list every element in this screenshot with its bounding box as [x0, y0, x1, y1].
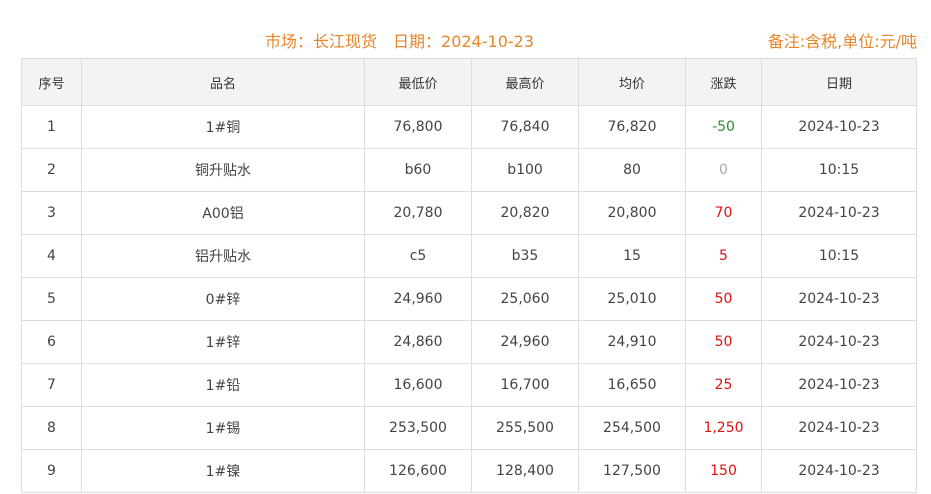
table-row: 6 1#锌 24,860 24,960 24,910 50 2024-10-23: [21, 320, 917, 364]
cell-name: 1#铅: [81, 363, 365, 407]
cell-no: 5: [21, 277, 82, 321]
cell-date: 2024-10-23: [761, 277, 917, 321]
col-header-avg: 均价: [578, 58, 686, 106]
cell-change: 50: [685, 320, 762, 364]
cell-avg: 80: [578, 148, 686, 192]
cell-no: 7: [21, 363, 82, 407]
col-header-low: 最低价: [364, 58, 472, 106]
cell-date: 2024-10-23: [761, 406, 917, 450]
cell-name: 1#锌: [81, 320, 365, 364]
cell-date: 2024-10-23: [761, 320, 917, 364]
cell-avg: 24,910: [578, 320, 686, 364]
table-row: 2 铜升贴水 b60 b100 80 0 10:15: [21, 148, 917, 192]
table-row: 5 0#锌 24,960 25,060 25,010 50 2024-10-23: [21, 277, 917, 321]
cell-date: 2024-10-23: [761, 191, 917, 235]
table-row: 4 铝升贴水 c5 b35 15 5 10:15: [21, 234, 917, 278]
cell-date: 2024-10-23: [761, 105, 917, 149]
cell-change: 1,250: [685, 406, 762, 450]
cell-low: 126,600: [364, 449, 472, 493]
cell-avg: 16,650: [578, 363, 686, 407]
col-header-date: 日期: [761, 58, 917, 106]
cell-no: 2: [21, 148, 82, 192]
cell-high: b35: [471, 234, 579, 278]
cell-low: 253,500: [364, 406, 472, 450]
market-and-date: 市场：长江现货 日期：2024-10-23: [265, 28, 534, 52]
cell-avg: 254,500: [578, 406, 686, 450]
cell-avg: 25,010: [578, 277, 686, 321]
cell-no: 9: [21, 449, 82, 493]
col-header-change: 涨跌: [685, 58, 762, 106]
cell-date: 2024-10-23: [761, 363, 917, 407]
cell-no: 1: [21, 105, 82, 149]
unit-note: 备注:含税,单位:元/吨: [767, 32, 917, 51]
cell-change: 50: [685, 277, 762, 321]
cell-name: 1#铜: [81, 105, 365, 149]
cell-change: -50: [685, 105, 762, 149]
table-body: 1 1#铜 76,800 76,840 76,820 -50 2024-10-23 2 铜升贴水…: [21, 105, 917, 493]
cell-change: 70: [685, 191, 762, 235]
cell-date: 10:15: [761, 148, 917, 192]
cell-low: 76,800: [364, 105, 472, 149]
cell-change: 150: [685, 449, 762, 493]
table-header-row: 序号 品名 最低价 最高价 均价 涨跌 日期: [21, 58, 917, 106]
cell-high: 24,960: [471, 320, 579, 364]
cell-date: 2024-10-23: [761, 449, 917, 493]
cell-name: 1#镍: [81, 449, 365, 493]
col-header-name: 品名: [81, 58, 365, 106]
table-row: 9 1#镍 126,600 128,400 127,500 150 2024-10-23: [21, 449, 917, 493]
cell-high: b100: [471, 148, 579, 192]
cell-name: 0#锌: [81, 277, 365, 321]
cell-date: 10:15: [761, 234, 917, 278]
cell-no: 4: [21, 234, 82, 278]
cell-low: 20,780: [364, 191, 472, 235]
cell-low: 24,960: [364, 277, 472, 321]
table-row: 7 1#铅 16,600 16,700 16,650 25 2024-10-23: [21, 363, 917, 407]
cell-high: 20,820: [471, 191, 579, 235]
cell-avg: 76,820: [578, 105, 686, 149]
cell-low: 16,600: [364, 363, 472, 407]
cell-high: 255,500: [471, 406, 579, 450]
cell-change: 5: [685, 234, 762, 278]
col-header-high: 最高价: [471, 58, 579, 106]
cell-high: 128,400: [471, 449, 579, 493]
cell-name: 铜升贴水: [81, 148, 365, 192]
cell-avg: 20,800: [578, 191, 686, 235]
cell-no: 6: [21, 320, 82, 364]
date-label: 日期：2024-10-23: [393, 32, 535, 51]
cell-name: 1#锡: [81, 406, 365, 450]
cell-low: c5: [364, 234, 472, 278]
cell-high: 25,060: [471, 277, 579, 321]
cell-avg: 15: [578, 234, 686, 278]
cell-low: 24,860: [364, 320, 472, 364]
cell-change: 25: [685, 363, 762, 407]
cell-avg: 127,500: [578, 449, 686, 493]
table-row: 1 1#铜 76,800 76,840 76,820 -50 2024-10-23: [21, 105, 917, 149]
cell-no: 8: [21, 406, 82, 450]
cell-name: 铝升贴水: [81, 234, 365, 278]
cell-change: 0: [685, 148, 762, 192]
table-row: 8 1#锡 253,500 255,500 254,500 1,250 2024-10-23: [21, 406, 917, 450]
col-header-no: 序号: [21, 58, 82, 106]
page-header: 市场：长江现货 日期：2024-10-23 备注:含税,单位:元/吨: [0, 0, 931, 58]
cell-high: 76,840: [471, 105, 579, 149]
cell-name: A00铝: [81, 191, 365, 235]
cell-high: 16,700: [471, 363, 579, 407]
cell-low: b60: [364, 148, 472, 192]
market-label: 市场：长江现货: [265, 32, 378, 51]
table-row: 3 A00铝 20,780 20,820 20,800 70 2024-10-23: [21, 191, 917, 235]
price-table: 序号 品名 最低价 最高价 均价 涨跌 日期 1 1#铜 76,800 76,840 7…: [21, 58, 917, 493]
cell-no: 3: [21, 191, 82, 235]
